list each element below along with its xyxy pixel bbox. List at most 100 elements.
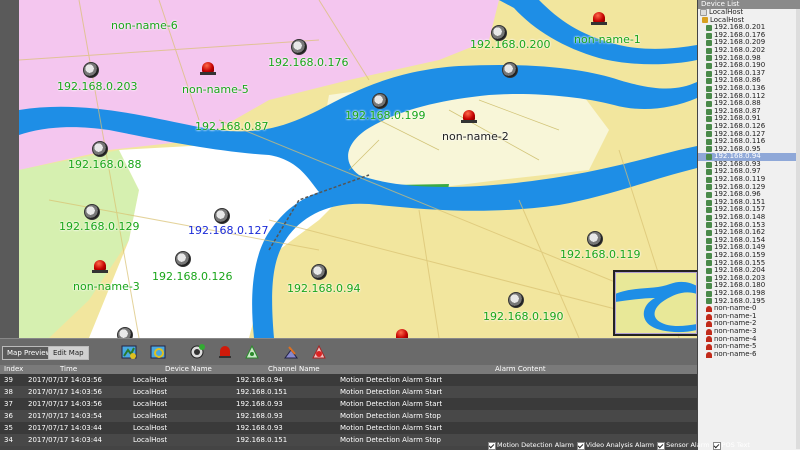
col-channel-name[interactable]: Channel Name [268,365,320,374]
checkbox-icon[interactable] [488,441,496,450]
filter-checkbox[interactable]: POS Text [712,441,750,450]
device-tree[interactable]: LocalHost LocalHost 192.168.0.201 192.168.0… [698,8,800,359]
col-alarm-content[interactable]: Alarm Content [495,365,546,374]
add-sensor-icon[interactable] [243,343,261,361]
camera-marker-icon[interactable] [83,62,99,78]
map-label-alarm[interactable]: non-name-1 [574,33,641,46]
camera-marker-icon[interactable] [291,39,307,55]
table-row[interactable]: 36 2017/07/17 14:03:54 LocalHost 192.168.0.… [0,410,697,422]
checkbox-icon[interactable] [657,441,666,450]
delete-marker-icon[interactable] [310,343,328,361]
col-device-name[interactable]: Device Name [165,365,212,374]
camera-icon [706,24,712,31]
alarm-icon [706,305,712,312]
col-index[interactable]: Index [4,365,23,374]
device-item-label: non-name-6 [714,349,757,358]
camera-icon [706,275,712,282]
alarm-marker-icon[interactable] [461,110,477,124]
camera-icon [706,222,712,229]
map-label-camera[interactable]: 192.168.0.199 [345,109,425,122]
minimap-graphic [615,272,697,334]
map-label-camera[interactable]: 192.168.0.94 [287,282,360,295]
filter-label: Motion Detection Alarm [497,441,574,449]
camera-icon [706,85,712,92]
alarm-icon [706,336,712,343]
cell-device: LocalHost [133,436,168,444]
filter-checkbox[interactable]: Sensor Alarm [657,441,710,450]
map-canvas[interactable]: non-name-6 192.168.0.176 192.168.0.200 n… [0,0,697,338]
camera-marker-icon[interactable] [175,251,191,267]
map-add-icon[interactable] [120,343,138,361]
camera-marker-icon[interactable] [508,292,524,308]
cell-channel: 192.168.0.94 [236,376,283,384]
table-row[interactable]: 38 2017/07/17 14:03:56 LocalHost 192.168.0.… [0,386,697,398]
camera-marker-icon[interactable] [117,327,133,338]
cell-time: 2017/07/17 14:03:44 [28,424,103,432]
alarm-marker-icon[interactable] [92,260,108,274]
camera-icon [706,123,712,130]
map-label-alarm[interactable]: non-name-2 [442,130,509,143]
checkbox-icon[interactable] [576,441,585,450]
cell-channel: 192.168.0.151 [236,436,288,444]
camera-icon [706,131,712,138]
cell-device: LocalHost [133,412,168,420]
alarm-marker-icon[interactable] [394,329,410,338]
map-label-camera-selected[interactable]: 192.168.0.127 [188,224,268,237]
checkbox-icon[interactable] [712,441,721,450]
camera-marker-icon[interactable] [84,204,100,220]
camera-icon [706,260,712,267]
camera-icon [706,62,712,69]
map-label-camera[interactable]: 192.168.0.129 [59,220,139,233]
filter-checkbox[interactable]: Video Analysis Alarm [576,441,654,450]
map-label-camera[interactable]: 192.168.0.190 [483,310,563,323]
overview-minimap[interactable] [613,270,697,336]
alarm-marker-icon[interactable] [591,12,607,26]
camera-icon [706,207,712,214]
add-camera-icon[interactable] [188,343,206,361]
camera-icon [706,108,712,115]
map-label-alarm[interactable]: non-name-3 [73,280,140,293]
col-time[interactable]: Time [60,365,77,374]
table-row[interactable]: 39 2017/07/17 14:03:56 LocalHost 192.168.0.… [0,374,697,386]
cell-device: LocalHost [133,424,168,432]
camera-icon [706,237,712,244]
camera-marker-icon[interactable] [587,231,603,247]
filter-checkbox[interactable]: Motion Detection Alarm [488,441,574,450]
draw-area-icon[interactable] [282,343,300,361]
camera-icon [706,40,712,47]
cell-content: Motion Detection Alarm Stop [340,436,441,444]
device-list-scrollbar[interactable] [796,9,800,449]
cell-index: 39 [4,376,13,384]
map-label-alarm[interactable]: non-name-5 [182,83,249,96]
cell-content: Motion Detection Alarm Start [340,400,443,408]
camera-marker-icon[interactable] [92,141,108,157]
camera-icon [706,283,712,290]
tab-edit-map[interactable]: Edit Map [48,346,89,360]
map-label-camera[interactable]: 192.168.0.176 [268,56,348,69]
camera-marker-icon[interactable] [311,264,327,280]
add-alarm-icon[interactable] [216,343,234,361]
camera-marker-icon[interactable] [491,25,507,41]
table-row[interactable]: 35 2017/07/17 14:03:44 LocalHost 192.168.0.… [0,422,697,434]
camera-icon [706,154,712,161]
cell-index: 38 [4,388,13,396]
map-label-alarm[interactable]: non-name-6 [111,19,178,32]
alarm-icon [706,313,712,320]
map-label-camera[interactable]: 192.168.0.119 [560,248,640,261]
alarm-marker-icon[interactable] [200,62,216,76]
camera-icon [706,32,712,39]
map-label-camera[interactable]: 192.168.0.87 [195,120,268,133]
camera-marker-icon[interactable] [502,62,518,78]
map-label-camera[interactable]: 192.168.0.203 [57,80,137,93]
camera-icon [706,100,712,107]
camera-marker-icon[interactable] [372,93,388,109]
map-label-camera[interactable]: 192.168.0.126 [152,270,232,283]
map-label-camera[interactable]: 192.168.0.88 [68,158,141,171]
map-label-camera[interactable]: 192.168.0.200 [470,38,550,51]
map-refresh-icon[interactable] [149,343,167,361]
camera-marker-icon[interactable] [214,208,230,224]
camera-icon [706,161,712,168]
alarm-icon [706,343,712,350]
table-row[interactable]: 37 2017/07/17 14:03:56 LocalHost 192.168.0.… [0,398,697,410]
device-item-alarm[interactable]: non-name-6 [698,349,800,359]
